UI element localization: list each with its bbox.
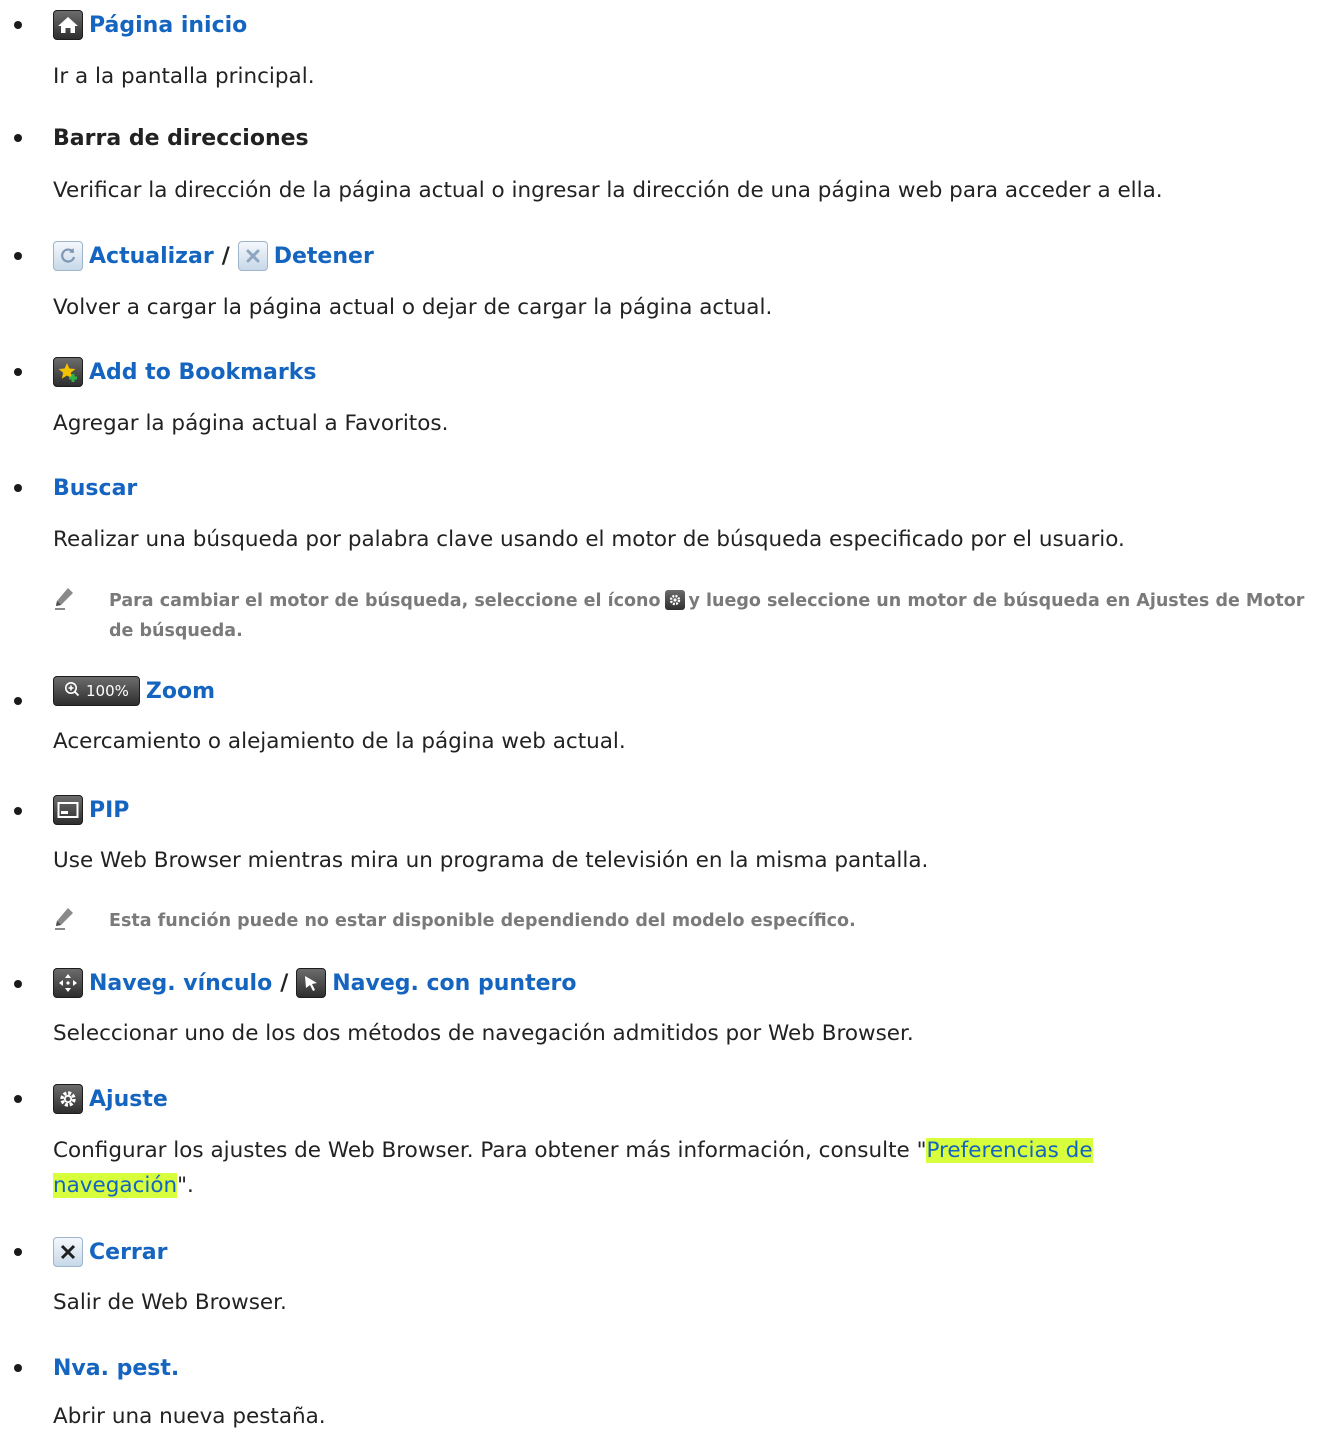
bullet bbox=[14, 697, 22, 705]
separator: / bbox=[280, 970, 289, 996]
note-text: Esta función puede no estar disponible d… bbox=[109, 911, 856, 931]
gear-icon bbox=[53, 1084, 83, 1114]
note-text-before: Para cambiar el motor de búsqueda, selec… bbox=[109, 591, 661, 611]
description: Volver a cargar la página actual o dejar… bbox=[53, 295, 773, 320]
description: Realizar una búsqueda por palabra clave … bbox=[53, 527, 1125, 552]
bullet bbox=[14, 807, 22, 815]
heading-pagina-inicio: Página inicio bbox=[89, 12, 248, 38]
separator: / bbox=[221, 243, 230, 269]
gear-icon bbox=[664, 590, 685, 610]
bullet bbox=[14, 134, 22, 142]
heading-barra-de-direcciones: Barra de direcciones bbox=[53, 125, 309, 151]
note: Esta función puede no estar disponible d… bbox=[53, 906, 1333, 936]
description: Seleccionar uno de los dos métodos de na… bbox=[53, 1021, 914, 1046]
home-icon bbox=[53, 10, 83, 40]
heading-buscar: Buscar bbox=[53, 475, 138, 501]
description: Abrir una nueva pestaña. bbox=[53, 1404, 326, 1429]
heading-naveg-vinculo: Naveg. vínculo bbox=[89, 970, 273, 996]
heading-actualizar: Actualizar bbox=[89, 243, 214, 269]
description: Agregar la página actual a Favoritos. bbox=[53, 411, 449, 436]
zoom-icon bbox=[64, 681, 80, 701]
heading-add-to-bookmarks: Add to Bookmarks bbox=[89, 359, 317, 385]
note: Para cambiar el motor de búsqueda, selec… bbox=[53, 586, 1333, 646]
heading-nva-pest: Nva. pest. bbox=[53, 1355, 180, 1381]
stop-icon bbox=[237, 241, 268, 271]
heading-detener: Detener bbox=[273, 243, 374, 269]
bullet bbox=[14, 1364, 22, 1372]
description-before: Configurar los ajustes de Web Browser. P… bbox=[53, 1138, 927, 1163]
description: Acercamiento o alejamiento de la página … bbox=[53, 729, 626, 754]
description: Salir de Web Browser. bbox=[53, 1290, 287, 1315]
close-icon bbox=[53, 1237, 83, 1267]
bullet bbox=[14, 368, 22, 376]
heading-ajuste: Ajuste bbox=[89, 1086, 168, 1112]
refresh-icon bbox=[53, 241, 83, 271]
zoom-indicator: 100% bbox=[53, 676, 140, 706]
description: Verificar la dirección de la página actu… bbox=[53, 178, 1163, 203]
bullet bbox=[14, 484, 22, 492]
description-after: ". bbox=[177, 1173, 194, 1198]
bullet bbox=[14, 1095, 22, 1103]
bullet bbox=[14, 980, 22, 988]
pencil-icon bbox=[53, 906, 75, 940]
heading-naveg-con-puntero: Naveg. con puntero bbox=[332, 970, 577, 996]
bullet bbox=[14, 1248, 22, 1256]
pip-icon bbox=[53, 795, 83, 825]
description: Configurar los ajustes de Web Browser. P… bbox=[53, 1133, 1233, 1203]
bullet bbox=[14, 252, 22, 260]
heading-zoom: Zoom bbox=[145, 678, 215, 704]
description: Ir a la pantalla principal. bbox=[53, 64, 315, 89]
heading-cerrar: Cerrar bbox=[89, 1239, 168, 1265]
description: Use Web Browser mientras mira un program… bbox=[53, 848, 929, 873]
bullet bbox=[14, 21, 22, 29]
link-navigation-icon bbox=[53, 968, 83, 998]
heading-pip: PIP bbox=[89, 797, 130, 823]
pointer-navigation-icon bbox=[296, 968, 327, 998]
zoom-value: 100% bbox=[86, 682, 129, 700]
pencil-icon bbox=[53, 586, 75, 620]
bookmark-star-icon bbox=[53, 357, 83, 387]
